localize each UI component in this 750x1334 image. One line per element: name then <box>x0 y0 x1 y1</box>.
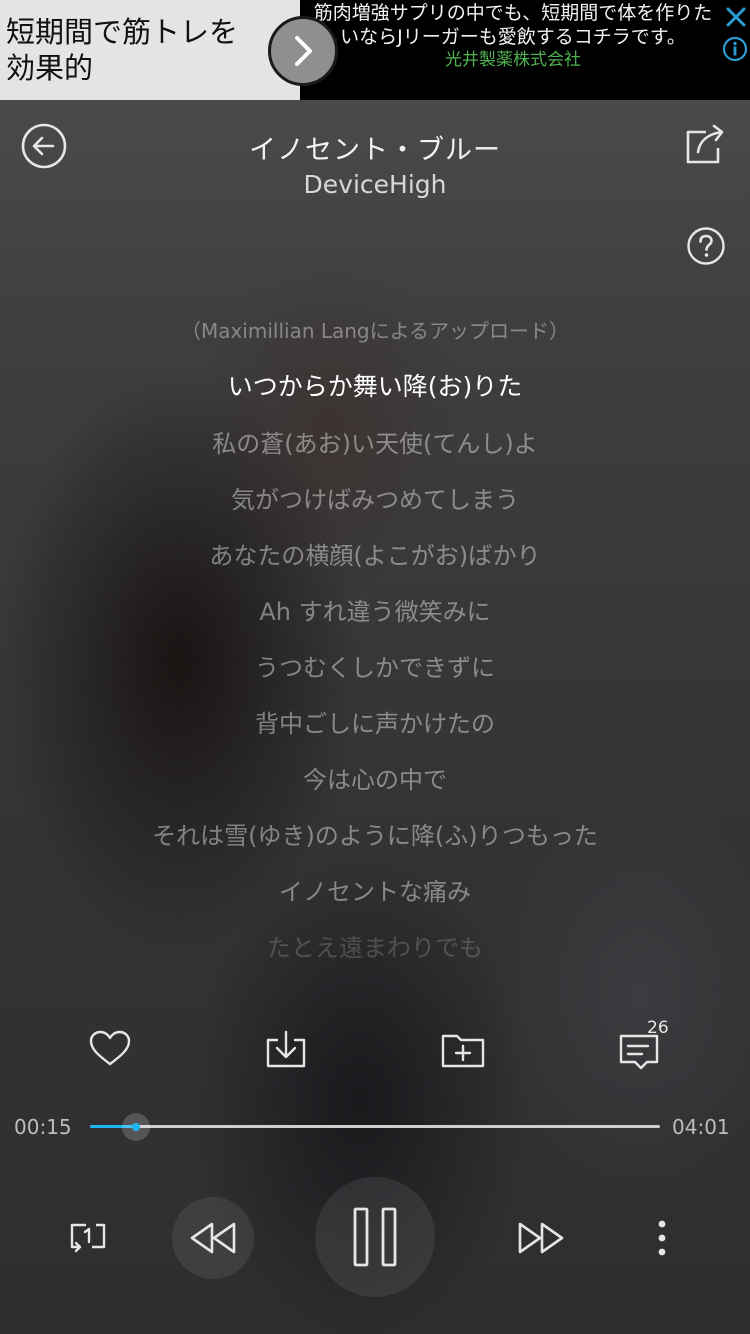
info-icon <box>722 36 748 62</box>
ad-headline[interactable]: 短期間で筋トレを効果的 <box>6 14 266 86</box>
progress-track[interactable] <box>90 1113 660 1141</box>
ad-banner[interactable]: 短期間で筋トレを効果的 筋肉増強サプリの中でも、短期間で体を作りたいならJリーガ… <box>0 0 750 100</box>
lyrics-credit: （Maximillian Langによるアップロード） <box>180 319 570 343</box>
add-to-folder-button[interactable] <box>440 1026 486 1072</box>
ad-open-button[interactable] <box>268 16 338 86</box>
ad-text-panel[interactable]: 筋肉増強サプリの中でも、短期間で体を作りたいならJリーガーも愛飲するコチラです。… <box>306 0 720 100</box>
ad-body: 筋肉増強サプリの中でも、短期間で体を作りたいならJリーガーも愛飲するコチラです。 <box>313 2 713 48</box>
action-row <box>0 1020 750 1080</box>
next-button[interactable] <box>514 1215 568 1261</box>
download-icon <box>266 1030 306 1068</box>
rewind-icon <box>190 1222 236 1254</box>
ad-info-button[interactable] <box>720 34 750 64</box>
playback-controls <box>0 1175 750 1305</box>
repeat-one-icon <box>70 1223 106 1253</box>
ad-close-button[interactable] <box>722 0 750 34</box>
lyric-line[interactable]: 私の蒼(あお)い天使(てんし)よ <box>0 424 750 459</box>
like-button[interactable] <box>87 1026 133 1072</box>
close-icon <box>726 7 746 27</box>
progress-bar[interactable]: 00:15 04:01 <box>0 1105 750 1149</box>
back-button[interactable] <box>20 122 68 170</box>
lyric-line[interactable]: 今は心の中で <box>0 760 750 795</box>
elapsed-time: 00:15 <box>14 1115 72 1139</box>
play-pause-button[interactable] <box>315 1177 435 1297</box>
folder-add-icon <box>441 1034 485 1068</box>
lyric-line[interactable]: あなたの横顔(よこがお)ばかり <box>0 536 750 571</box>
more-vertical-icon <box>658 1220 666 1256</box>
back-arrow-icon <box>21 123 67 169</box>
repeat-mode-button[interactable] <box>64 1213 112 1261</box>
lyric-line[interactable]: 背中ごしに声かけたの <box>0 704 750 739</box>
help-button[interactable] <box>686 226 726 266</box>
lyric-line-current[interactable]: いつからか舞い降(お)りた <box>0 367 750 403</box>
lyric-line[interactable]: うつむくしかできずに <box>0 648 750 683</box>
ad-sponsor: 光井製薬株式会社 <box>445 50 581 70</box>
player-header: イノセント・ブルー DeviceHigh <box>0 100 750 220</box>
more-options-button[interactable] <box>646 1215 678 1261</box>
comment-count-badge: 26 <box>647 1018 669 1038</box>
song-artist[interactable]: DeviceHigh <box>120 170 630 199</box>
previous-button[interactable] <box>172 1197 254 1279</box>
ad-left-panel[interactable]: 短期間で筋トレを効果的 <box>0 0 300 100</box>
lyric-line[interactable]: 気がつけばみつめてしまう <box>0 480 750 515</box>
pause-icon <box>353 1207 397 1267</box>
lyric-line[interactable]: イノセントな痛み <box>0 872 750 907</box>
lyric-line[interactable]: それは雪(ゆき)のように降(ふ)りつもった <box>0 816 750 851</box>
chevron-right-icon <box>295 36 312 66</box>
total-duration: 04:01 <box>672 1115 730 1139</box>
heart-icon <box>89 1030 131 1066</box>
share-button[interactable] <box>680 120 730 170</box>
song-title: イノセント・ブルー <box>249 135 501 166</box>
download-button[interactable] <box>263 1026 309 1072</box>
help-icon <box>687 227 725 265</box>
share-icon <box>686 124 724 164</box>
fast-forward-icon <box>518 1222 564 1254</box>
lyric-line[interactable]: たとえ遠まわりでも <box>0 928 750 963</box>
progress-thumb[interactable] <box>122 1113 150 1141</box>
lyric-line[interactable]: Ah すれ違う微笑みに <box>0 592 750 627</box>
lyrics-panel[interactable]: （Maximillian Langによるアップロード） いつからか舞い降(お)り… <box>0 300 750 980</box>
